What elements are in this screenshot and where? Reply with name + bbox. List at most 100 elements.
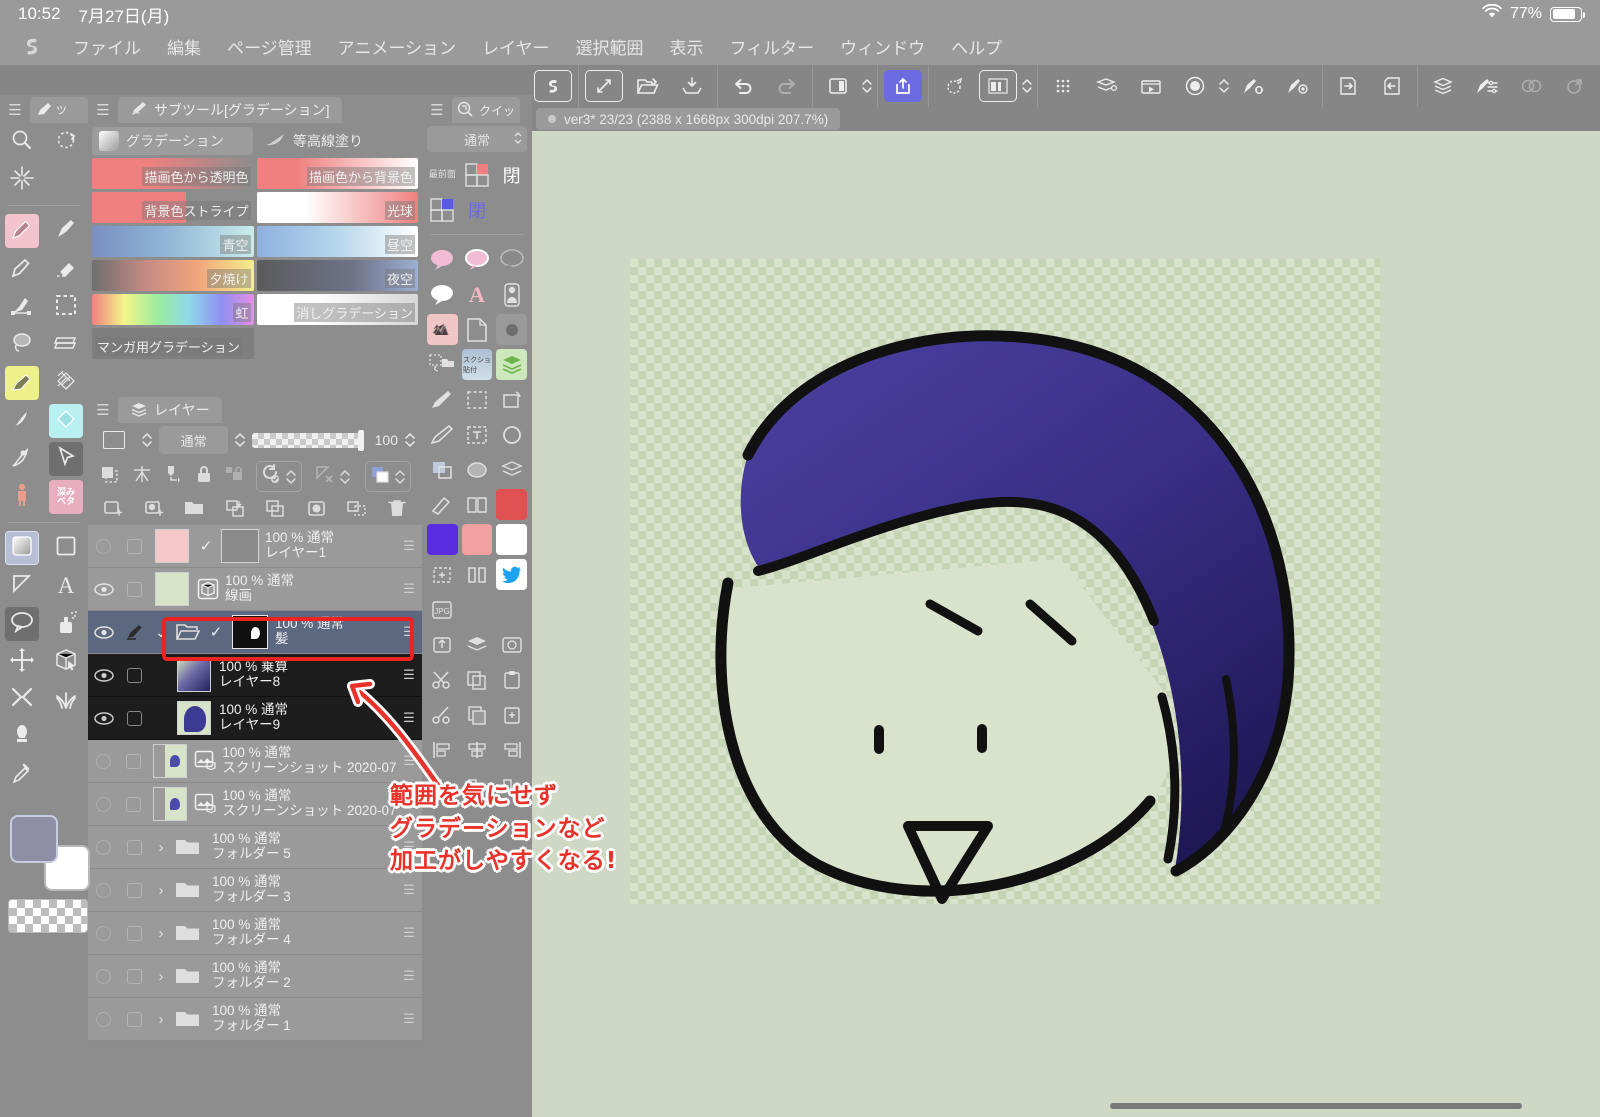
ruler-icon[interactable]	[0, 567, 44, 605]
transform-icon[interactable]	[427, 559, 458, 590]
layer-menu-icon[interactable]: ☰	[396, 624, 422, 640]
sub-tool-group-gradient[interactable]: グラデーション	[92, 127, 253, 155]
layer-row-layer8[interactable]: 100 % 乗算 レイヤー8 ☰	[88, 654, 422, 697]
layer-row-folder-2[interactable]: › 100 % 通常 フォルダー 2 ☰	[88, 955, 422, 998]
gradient-icon[interactable]	[0, 529, 44, 567]
close-kanji-icon[interactable]: 閉	[496, 159, 527, 190]
pen-icon[interactable]	[0, 212, 44, 250]
layer-kind-selector[interactable]	[93, 426, 135, 454]
export-icon[interactable]	[427, 629, 458, 660]
visibility-toggle[interactable]	[88, 625, 119, 639]
layer-menu-icon[interactable]: ☰	[396, 882, 422, 898]
layout-toggle-icon[interactable]	[819, 70, 857, 102]
texture-icon[interactable]	[44, 364, 88, 402]
gradient-item[interactable]: マンガ用グラデーション	[92, 328, 254, 359]
visibility-toggle[interactable]	[88, 711, 119, 725]
screenshot-paste-icon[interactable]: スクショ 貼付	[461, 349, 493, 380]
layer-kind-chevron-icon[interactable]	[140, 432, 154, 448]
menu-item-layer[interactable]: レイヤー	[469, 34, 563, 59]
clip-check-icon[interactable]: ✓	[194, 537, 218, 555]
balloon-pink-outline-icon[interactable]	[462, 244, 493, 275]
page-next-icon[interactable]	[1329, 70, 1367, 102]
spray-icon[interactable]	[44, 605, 88, 643]
brush-icon[interactable]	[427, 419, 458, 450]
combine-icon[interactable]	[345, 498, 369, 523]
lock-checkbox[interactable]	[119, 710, 150, 726]
quad-purple-icon[interactable]	[427, 194, 458, 225]
hamburger-icon[interactable]: ☰	[88, 97, 118, 123]
clip-check-icon[interactable]: ✓	[204, 623, 228, 641]
layers-green-icon[interactable]	[496, 349, 527, 380]
correct-line-icon[interactable]	[0, 681, 44, 719]
lock-checkbox[interactable]	[119, 1011, 150, 1027]
blend-icon[interactable]	[0, 402, 44, 440]
transparent-color-swatch[interactable]	[8, 899, 88, 933]
gradient-item[interactable]: 虹	[92, 294, 254, 325]
visibility-toggle[interactable]	[88, 753, 118, 769]
visibility-toggle[interactable]	[88, 538, 119, 554]
marker-icon[interactable]	[0, 364, 44, 402]
lock-checkbox[interactable]	[118, 753, 148, 769]
visibility-toggle[interactable]	[88, 796, 118, 812]
page-prev-icon[interactable]	[1373, 70, 1411, 102]
menu-item-filter[interactable]: フィルター	[717, 34, 828, 59]
shape-square-icon[interactable]	[44, 529, 88, 567]
lock-checkbox[interactable]	[118, 796, 148, 812]
perspective-ruler-icon[interactable]	[44, 326, 88, 364]
quad-red-icon[interactable]	[462, 159, 493, 190]
align-center-icon[interactable]	[462, 734, 493, 765]
layer-menu-icon[interactable]: ☰	[396, 968, 422, 984]
layer-row-folder-3[interactable]: › 100 % 通常 フォルダー 3 ☰	[88, 869, 422, 912]
texture-pink-icon[interactable]	[427, 314, 458, 345]
layers-small-icon[interactable]	[462, 629, 493, 660]
layer-menu-icon[interactable]: ☰	[396, 710, 422, 726]
delete-layer-icon[interactable]	[386, 498, 408, 523]
layer-row-folder-1[interactable]: › 100 % 通常 フォルダー 1 ☰	[88, 998, 422, 1041]
folder-expand-chevron-icon[interactable]: ›	[150, 1011, 172, 1028]
page-corner-icon[interactable]	[462, 314, 493, 345]
undo-icon[interactable]	[724, 70, 762, 102]
text-box-icon[interactable]	[462, 419, 493, 450]
visibility-toggle[interactable]	[88, 925, 119, 941]
opacity-slider[interactable]	[252, 429, 364, 451]
quick-blend-mode[interactable]: 通常	[427, 126, 527, 152]
brush-size-icon[interactable]	[1278, 70, 1316, 102]
gradient-item[interactable]: 光球	[256, 192, 418, 223]
layers-icon[interactable]	[1424, 70, 1462, 102]
balloon-pink-filled-icon[interactable]	[427, 244, 458, 275]
eyedropper-icon[interactable]	[0, 757, 44, 795]
decoration-icon[interactable]: 深み ベタ	[44, 478, 88, 516]
open-file-icon[interactable]	[629, 70, 667, 102]
white-swatch-icon[interactable]	[496, 524, 527, 555]
gradient-item[interactable]: 描画色から背景色	[256, 158, 418, 189]
folder-expand-chevron-icon[interactable]: ›	[150, 839, 172, 856]
duplicate-layer-icon[interactable]	[264, 498, 288, 523]
blend-mode-select[interactable]: 通常	[159, 426, 229, 454]
timeline-chevron-icon[interactable]	[1020, 78, 1034, 94]
visibility-toggle[interactable]	[88, 1011, 119, 1027]
folder-expand-chevron-icon[interactable]: ›	[150, 968, 172, 985]
ruler-all-layers-icon[interactable]	[131, 464, 153, 489]
sub-tool-tab[interactable]: サブツール[グラデーション]	[118, 97, 342, 123]
share-icon[interactable]	[884, 70, 922, 102]
layers-stack-icon[interactable]	[496, 454, 527, 485]
menu-item-animation[interactable]: アニメーション	[325, 34, 469, 59]
hamburger-icon[interactable]: ☰	[88, 397, 118, 423]
paste-icon[interactable]	[496, 664, 527, 695]
lock-layer-icon[interactable]	[194, 464, 214, 489]
layer-menu-icon[interactable]: ☰	[396, 1011, 422, 1027]
duplicate-icon[interactable]	[462, 699, 493, 730]
menu-item-edit[interactable]: 編集	[154, 34, 214, 59]
document-tab[interactable]: ver3* 23/23 (2388 x 1668px 300dpi 207.7%…	[536, 108, 841, 130]
save-icon[interactable]	[673, 70, 711, 102]
lock-checkbox[interactable]	[119, 968, 150, 984]
hamburger-icon[interactable]: ☰	[422, 97, 452, 123]
split-icon[interactable]	[462, 559, 493, 590]
new-raster-layer-icon[interactable]	[102, 498, 126, 523]
timeline-icon[interactable]	[979, 70, 1017, 102]
red-swatch-icon[interactable]	[496, 489, 527, 520]
layer-color-chevron-icon[interactable]	[393, 469, 407, 485]
lock-checkbox[interactable]	[119, 581, 150, 597]
mask-chevron-icon[interactable]	[338, 469, 352, 485]
text-icon[interactable]: A	[44, 567, 88, 605]
